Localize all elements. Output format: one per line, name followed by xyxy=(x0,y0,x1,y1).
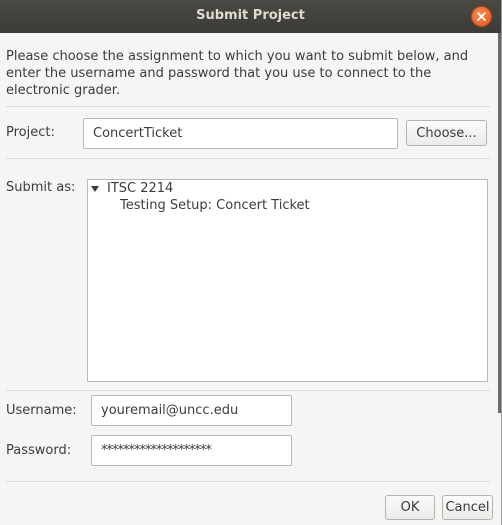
password-value: ******************** xyxy=(101,443,212,458)
tree-node-label: Testing Setup: Concert Ticket xyxy=(120,198,310,213)
username-field[interactable]: youremail@uncc.edu xyxy=(91,395,292,426)
submit-as-label: Submit as: xyxy=(6,180,76,195)
tree-node-course[interactable]: ITSC 2214 xyxy=(91,181,173,196)
separator xyxy=(6,106,490,107)
password-field[interactable]: ******************** xyxy=(91,435,292,466)
password-label: Password: xyxy=(6,443,72,458)
ok-button[interactable]: OK xyxy=(385,495,435,520)
cancel-button[interactable]: Cancel xyxy=(442,495,493,520)
username-value: youremail@uncc.edu xyxy=(101,403,239,418)
window-title: Submit Project xyxy=(196,8,305,23)
window-edge-shadow xyxy=(498,33,501,413)
username-label: Username: xyxy=(6,403,77,418)
tree-node-label: ITSC 2214 xyxy=(107,181,174,196)
assignment-tree[interactable]: ITSC 2214 Testing Setup: Concert Ticket xyxy=(87,179,488,382)
title-bar[interactable]: Submit Project xyxy=(0,0,501,33)
separator xyxy=(6,481,490,482)
project-value: ConcertTicket xyxy=(93,126,183,141)
submit-project-dialog: Submit Project Please choose the assignm… xyxy=(0,0,502,525)
separator xyxy=(6,390,490,391)
project-label: Project: xyxy=(6,125,55,140)
triangle-down-icon[interactable] xyxy=(91,185,99,192)
separator xyxy=(6,158,490,159)
close-icon xyxy=(477,12,486,21)
close-button[interactable] xyxy=(472,7,491,26)
choose-project-button[interactable]: Choose... xyxy=(406,120,487,146)
tree-node-assignment[interactable]: Testing Setup: Concert Ticket xyxy=(120,198,310,213)
project-field[interactable]: ConcertTicket xyxy=(83,118,398,149)
instructions-text: Please choose the assignment to which yo… xyxy=(6,49,469,98)
